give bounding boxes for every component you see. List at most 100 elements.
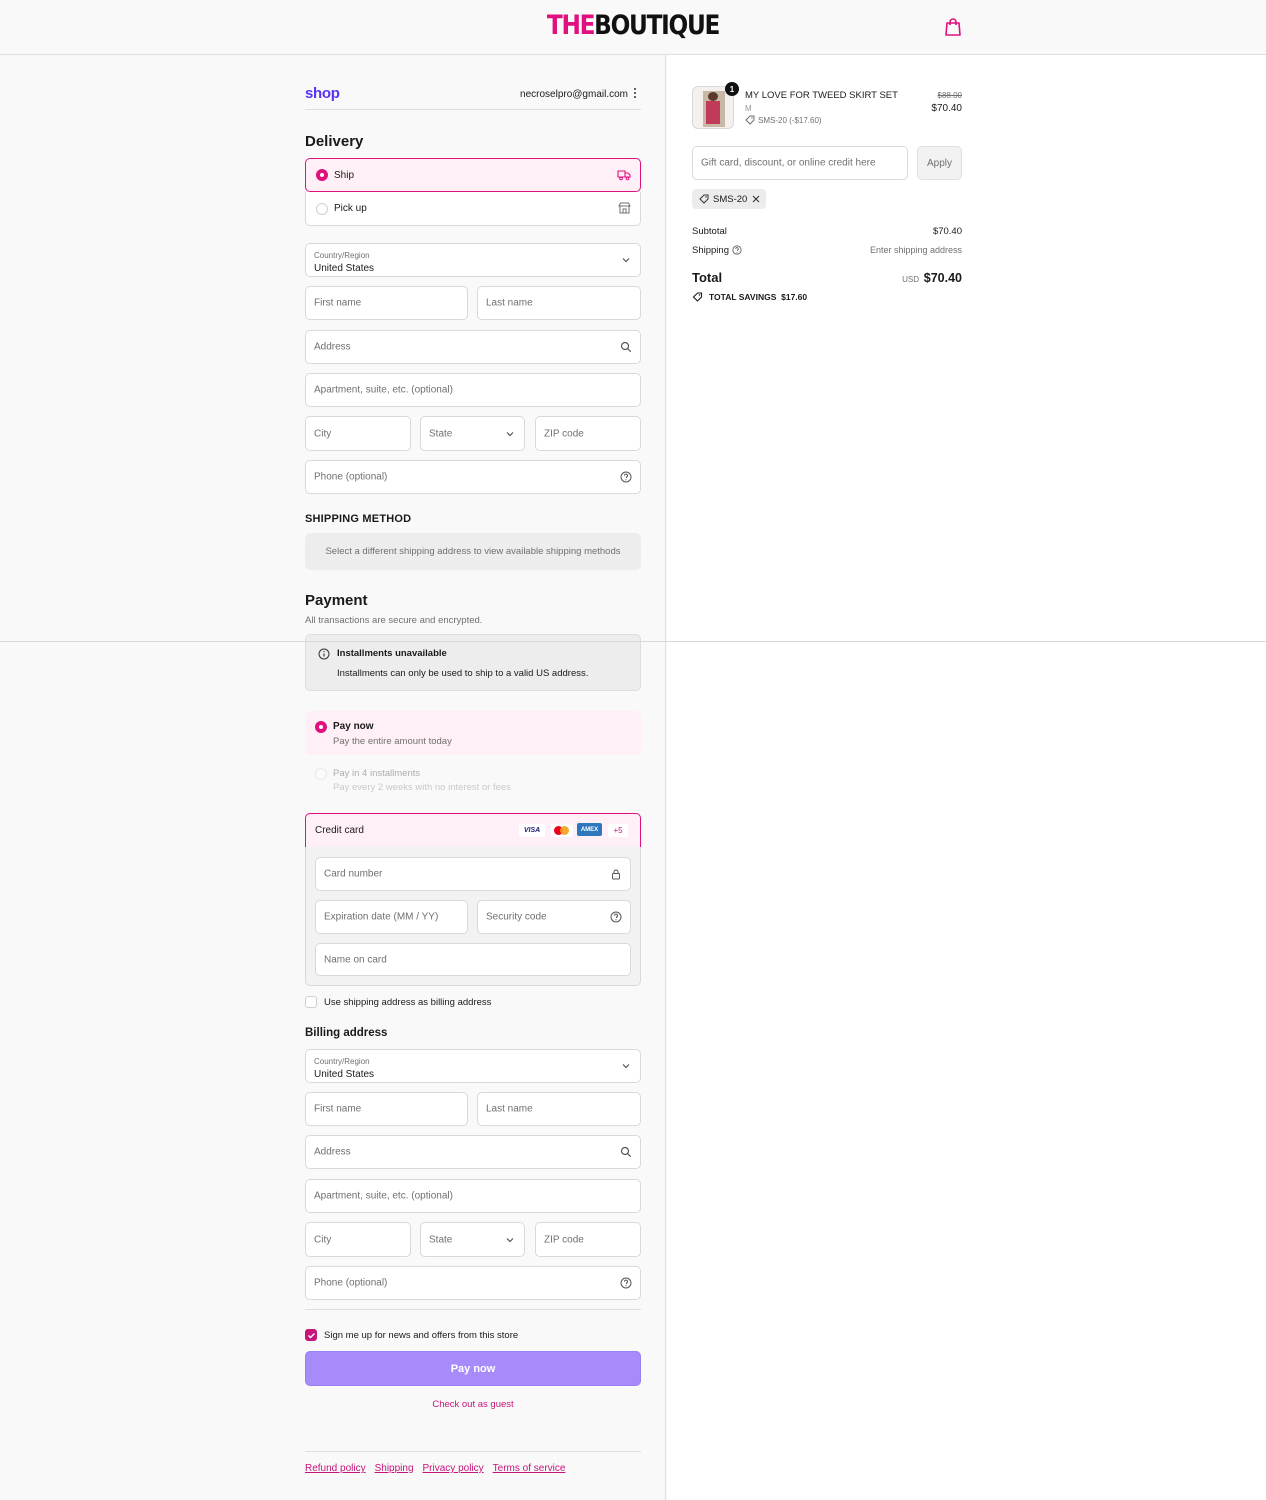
zip-field[interactable]: ZIP code — [535, 416, 641, 451]
mastercard-icon — [551, 824, 573, 837]
billing-phone-field[interactable]: Phone (optional) — [305, 1266, 641, 1300]
city-field[interactable]: City — [305, 416, 411, 451]
remove-code-icon[interactable] — [752, 195, 760, 203]
shipping-policy-link[interactable]: Shipping — [375, 1463, 414, 1474]
billing-state-placeholder: State — [429, 1234, 453, 1245]
name-on-card-field[interactable]: Name on card — [315, 943, 631, 976]
account-divider — [305, 109, 641, 110]
newsletter-checkbox[interactable] — [305, 1329, 317, 1341]
product-discount: SMS-20 (-$17.60) — [758, 116, 822, 125]
discount-code-input[interactable]: Gift card, discount, or online credit he… — [692, 146, 908, 180]
newsletter-label: Sign me up for news and offers from this… — [324, 1330, 519, 1341]
billing-apartment-field[interactable]: Apartment, suite, etc. (optional) — [305, 1179, 641, 1213]
apartment-placeholder: Apartment, suite, etc. (optional) — [314, 384, 453, 396]
logo-part-boutique: BOUTIQUE — [594, 10, 720, 41]
total-savings: TOTAL SAVINGS $17.60 — [709, 292, 807, 302]
card-number-placeholder: Card number — [324, 868, 383, 880]
pay-now-radio[interactable] — [315, 721, 327, 733]
pay-installments-label: Pay in 4 installments — [333, 768, 421, 779]
billing-country-label: Country/Region — [314, 1057, 370, 1066]
newsletter-divider — [305, 1309, 641, 1310]
delivery-option-pickup[interactable]: Pick up — [305, 192, 641, 226]
refund-policy-link[interactable]: Refund policy — [305, 1463, 366, 1474]
installments-notice: Installments unavailable Installments ca… — [305, 634, 641, 691]
delivery-option-ship[interactable]: Ship — [305, 158, 641, 192]
country-select[interactable]: Country/Region United States — [305, 243, 641, 277]
shipping-label: Shipping — [692, 245, 729, 256]
country-value: United States — [314, 263, 375, 274]
info-icon — [318, 648, 330, 660]
more-brands-badge: +5 — [608, 824, 628, 837]
phone-placeholder: Phone (optional) — [314, 471, 388, 483]
billing-last-name-placeholder: Last name — [486, 1103, 533, 1115]
city-placeholder: City — [314, 428, 332, 439]
shipping-method-notice: Select a different shipping address to v… — [325, 546, 621, 557]
ship-radio[interactable] — [316, 169, 328, 181]
terms-of-service-link[interactable]: Terms of service — [493, 1463, 566, 1474]
name-on-card-placeholder: Name on card — [324, 954, 387, 965]
tag-icon — [699, 194, 709, 204]
billing-first-name-field[interactable]: First name — [305, 1092, 468, 1126]
privacy-policy-link[interactable]: Privacy policy — [423, 1463, 484, 1474]
apply-button[interactable]: Apply — [917, 146, 962, 180]
billing-country-select[interactable]: Country/Region United States — [305, 1049, 641, 1083]
first-name-placeholder: First name — [314, 297, 362, 309]
pay-now-button[interactable]: Pay now — [305, 1351, 641, 1386]
billing-city-field[interactable]: City — [305, 1222, 411, 1257]
currency-label: USD — [902, 275, 919, 284]
billing-state-select[interactable]: State — [420, 1222, 525, 1257]
total-value: $70.40 — [923, 271, 962, 285]
last-name-field[interactable]: Last name — [477, 286, 641, 320]
phone-field[interactable]: Phone (optional) — [305, 460, 641, 494]
billing-country-value: United States — [314, 1069, 375, 1080]
help-circle-icon[interactable] — [620, 471, 632, 483]
pickup-radio[interactable] — [316, 203, 328, 215]
total-label: Total — [692, 270, 723, 285]
truck-icon — [617, 170, 631, 181]
chevron-down-icon — [506, 1237, 514, 1242]
address-field[interactable]: Address — [305, 330, 641, 364]
chevron-down-icon — [622, 1064, 630, 1069]
checkmark-icon — [308, 1333, 315, 1339]
state-select[interactable]: State — [420, 416, 525, 451]
search-icon — [620, 341, 632, 353]
credit-card-option[interactable]: Credit card VISA AMEX +5 — [305, 813, 641, 848]
applied-code-chip: SMS-20 — [692, 189, 766, 209]
store-logo[interactable]: THEBOUTIQUE — [89, 10, 1178, 41]
checkout-as-guest-link[interactable]: Check out as guest — [305, 1399, 641, 1410]
pay-now-option[interactable]: Pay now Pay the entire amount today — [305, 711, 641, 755]
account-email: necroselpro@gmail.com — [520, 89, 628, 100]
chevron-down-icon — [622, 258, 630, 263]
lock-icon — [612, 869, 620, 880]
last-name-placeholder: Last name — [486, 297, 533, 309]
subtotal-label: Subtotal — [692, 226, 727, 237]
savings-value: $17.60 — [781, 292, 808, 302]
account-menu-icon[interactable] — [632, 87, 638, 101]
help-circle-icon[interactable] — [620, 1277, 632, 1289]
use-shipping-as-billing-checkbox[interactable] — [305, 996, 317, 1008]
shop-pay-logo[interactable]: shop — [305, 85, 340, 102]
help-circle-icon[interactable] — [610, 911, 622, 923]
ship-label: Ship — [334, 170, 355, 181]
pay-installments-sub: Pay every 2 weeks with no interest or fe… — [333, 782, 511, 793]
logo-part-the: THE — [546, 10, 596, 41]
discount-code-placeholder: Gift card, discount, or online credit he… — [701, 157, 876, 169]
expiration-field[interactable]: Expiration date (MM / YY) — [315, 900, 468, 934]
apartment-field[interactable]: Apartment, suite, etc. (optional) — [305, 373, 641, 407]
billing-zip-placeholder: ZIP code — [544, 1234, 584, 1245]
billing-zip-field[interactable]: ZIP code — [535, 1222, 641, 1257]
billing-address-placeholder: Address — [314, 1146, 351, 1158]
pay-now-sub: Pay the entire amount today — [333, 736, 452, 747]
shipping-value: Enter shipping address — [869, 245, 962, 255]
product-variant: M — [745, 104, 752, 113]
billing-address-field[interactable]: Address — [305, 1135, 641, 1169]
product-name: MY LOVE FOR TWEED SKIRT SET — [745, 90, 898, 101]
country-label: Country/Region — [314, 251, 370, 260]
item-price: $70.40 — [931, 103, 962, 114]
billing-last-name-field[interactable]: Last name — [477, 1092, 641, 1126]
help-circle-icon[interactable] — [732, 245, 742, 255]
first-name-field[interactable]: First name — [305, 286, 468, 320]
shopping-bag-icon[interactable] — [944, 17, 962, 37]
card-number-field[interactable]: Card number — [315, 857, 631, 891]
security-code-field[interactable]: Security code — [477, 900, 631, 934]
